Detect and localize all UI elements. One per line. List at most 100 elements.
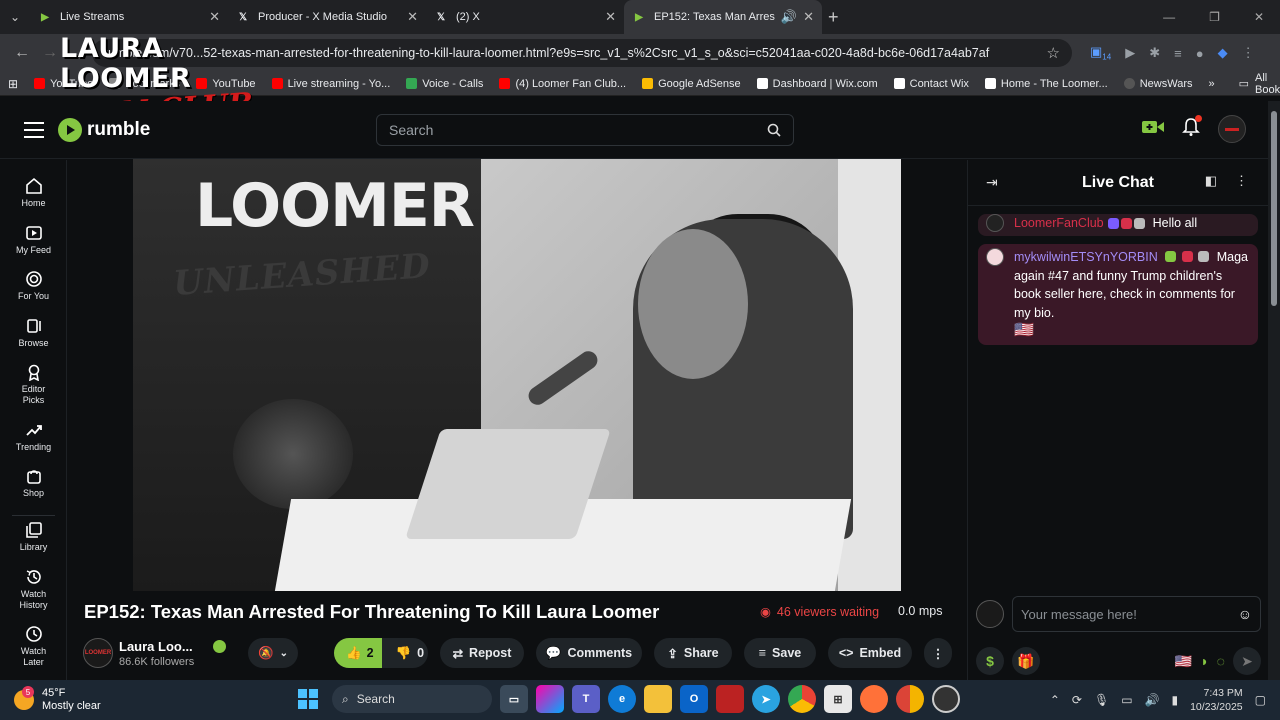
close-window-icon[interactable]: ✕ — [1254, 10, 1264, 24]
sidebar-item-watch-history[interactable]: Watch History — [0, 568, 67, 611]
comments-button[interactable]: 💬 Comments — [536, 638, 642, 668]
bookmark-item[interactable]: Contact Wix — [893, 78, 969, 90]
close-tab-icon[interactable]: ✕ — [803, 9, 814, 25]
rant-button[interactable]: $ — [976, 647, 1004, 675]
tab-x[interactable]: 𝕏 (2) X ✕ — [426, 0, 624, 34]
search-icon[interactable] — [767, 123, 781, 137]
notifications-toggle-button[interactable]: 🔕 ⌄ — [248, 638, 298, 668]
close-tab-icon[interactable]: ✕ — [407, 9, 418, 25]
bookmark-item[interactable]: Live streaming - Yo... — [271, 78, 390, 90]
sidebar-item-for-you[interactable]: For You — [0, 270, 67, 301]
channel-name[interactable]: Laura Loo... — [119, 639, 226, 654]
tab-live-streams[interactable]: ▶ Live Streams ✕ — [30, 0, 228, 34]
bookmark-item[interactable]: Google AdSense — [642, 78, 741, 90]
file-explorer-icon[interactable] — [644, 685, 672, 713]
media-icon[interactable]: ▶ — [1125, 45, 1135, 61]
profile-icon[interactable]: ● — [1196, 46, 1204, 61]
extension-icon[interactable]: ▣14 — [1090, 44, 1111, 62]
channel-info[interactable]: LOOMER Laura Loo... 86.6K followers — [83, 638, 226, 668]
task-view-icon[interactable]: ▭ — [500, 685, 528, 713]
outlook-icon[interactable]: O — [680, 685, 708, 713]
tab-producer[interactable]: 𝕏 Producer - X Media Studio ✕ — [228, 0, 426, 34]
firefox-icon[interactable] — [860, 685, 888, 713]
chrome-icon[interactable] — [788, 685, 816, 713]
go-live-icon[interactable] — [1142, 119, 1164, 140]
minimize-icon[interactable]: — — [1163, 10, 1175, 24]
all-bookmarks[interactable]: » ▭ All Bookmarks — [1208, 72, 1280, 96]
sidebar-item-home[interactable]: Home — [0, 177, 67, 208]
edge-icon[interactable]: e — [608, 685, 636, 713]
send-button[interactable]: ➤ — [1233, 647, 1261, 675]
maximize-icon[interactable]: ❐ — [1209, 10, 1220, 24]
embed-button[interactable]: <> Embed — [828, 638, 912, 668]
bookmark-item[interactable]: Voice - Calls — [406, 78, 483, 90]
chevron-right-icon[interactable]: » — [1208, 78, 1214, 90]
more-options-button[interactable]: ⋮ — [924, 638, 952, 668]
tab-ep152[interactable]: ▶ EP152: Texas Man Arrested 🔊 ✕ — [624, 0, 822, 34]
sidebar-item-trending[interactable]: Trending — [0, 421, 67, 452]
weather-widget[interactable]: 5 45°F Mostly clear — [14, 686, 101, 713]
chat-popout-icon[interactable]: ◧ — [1205, 173, 1217, 189]
back-icon[interactable]: ← — [8, 44, 36, 62]
gift-icon[interactable]: 🎁 — [1012, 647, 1040, 675]
emoji-icon[interactable]: ☺ — [1238, 606, 1252, 622]
sidebar-item-browse[interactable]: Browse — [0, 317, 67, 348]
sidebar-item-library[interactable]: Library — [0, 521, 67, 552]
sync-icon[interactable]: ⟳ — [1072, 693, 1082, 707]
copilot-icon[interactable] — [536, 685, 564, 713]
rumble-logo[interactable]: rumble — [58, 117, 150, 142]
puzzle-icon[interactable]: ✱ — [1149, 45, 1160, 61]
close-tab-icon[interactable]: ✕ — [209, 9, 220, 25]
bookmark-item[interactable]: Dashboard | Wix.com — [756, 78, 878, 90]
user-avatar[interactable] — [1218, 115, 1246, 143]
obs-icon[interactable] — [932, 685, 960, 713]
notification-bell-icon[interactable] — [1182, 114, 1202, 142]
sidebar-item-shop[interactable]: Shop — [0, 467, 67, 498]
app-icon[interactable] — [716, 685, 744, 713]
store-icon[interactable]: ⊞ — [824, 685, 852, 713]
channel-avatar[interactable]: LOOMER — [83, 638, 113, 668]
bookmark-item[interactable]: (4) Loomer Fan Club... — [499, 78, 626, 90]
bookmark-item[interactable]: NewsWars — [1123, 78, 1192, 90]
taskbar-search[interactable]: ⌕ Search — [332, 685, 492, 713]
teams-icon[interactable]: T — [572, 685, 600, 713]
shield-icon[interactable]: ◆ — [1218, 45, 1228, 61]
speaker-icon[interactable]: 🔊 — [781, 9, 797, 25]
sidebar-item-editor-picks[interactable]: Editor Picks — [0, 363, 67, 406]
chrome-beta-icon[interactable] — [896, 685, 924, 713]
apps-icon[interactable]: ⊞ — [8, 77, 18, 91]
tab-search-menu[interactable]: ⌄ — [0, 0, 30, 34]
save-button[interactable]: ≡ Save — [744, 638, 816, 668]
collapse-chat-icon[interactable]: ⇥ — [986, 174, 998, 191]
mic-icon[interactable]: 🎙 — [1094, 693, 1109, 707]
telegram-icon[interactable]: ➤ — [752, 685, 780, 713]
new-tab-button[interactable]: + — [828, 7, 839, 28]
network-icon[interactable]: ▭ — [1121, 693, 1132, 707]
share-button[interactable]: ⇪ Share — [654, 638, 732, 668]
flag-icon[interactable]: 🇺🇸 — [1175, 653, 1192, 670]
chat-message-input[interactable] — [1021, 606, 1238, 622]
playlist-icon[interactable]: ≡ — [1174, 46, 1182, 61]
close-tab-icon[interactable]: ✕ — [605, 9, 616, 25]
dislike-button[interactable]: 👎 0 — [388, 646, 428, 661]
windows-start-icon[interactable] — [298, 689, 318, 709]
volume-icon[interactable]: 🔊 — [1145, 693, 1160, 707]
hamburger-menu-icon[interactable] — [24, 117, 44, 143]
page-scrollbar[interactable] — [1268, 101, 1280, 680]
clock[interactable]: 7:43 PM 10/23/2025 — [1190, 686, 1243, 714]
bookmark-item[interactable]: Home - The Loomer... — [984, 78, 1108, 90]
tray-chevron-icon[interactable]: ⌃ — [1050, 693, 1060, 707]
notification-center-icon[interactable]: ▢ — [1255, 693, 1266, 707]
sidebar-item-watch-later[interactable]: Watch Later — [0, 625, 67, 668]
menu-dots-icon[interactable]: ⋮ — [1242, 45, 1255, 61]
chat-menu-icon[interactable]: ⋮ — [1235, 173, 1248, 189]
sidebar-item-my-feed[interactable]: My Feed — [0, 224, 67, 255]
video-player[interactable]: LOOMER UNLEASHED — [133, 159, 901, 591]
battery-icon[interactable]: ▮ — [1171, 693, 1178, 707]
search-input[interactable] — [389, 122, 767, 138]
bookmark-star-icon[interactable]: ☆ — [1047, 44, 1060, 62]
rumble-emote-icon[interactable]: ◗ — [1200, 653, 1208, 669]
repost-button[interactable]: ⇄ Repost — [440, 638, 524, 668]
like-button[interactable]: 👍 2 — [334, 638, 382, 668]
scrollbar-thumb[interactable] — [1271, 111, 1277, 306]
